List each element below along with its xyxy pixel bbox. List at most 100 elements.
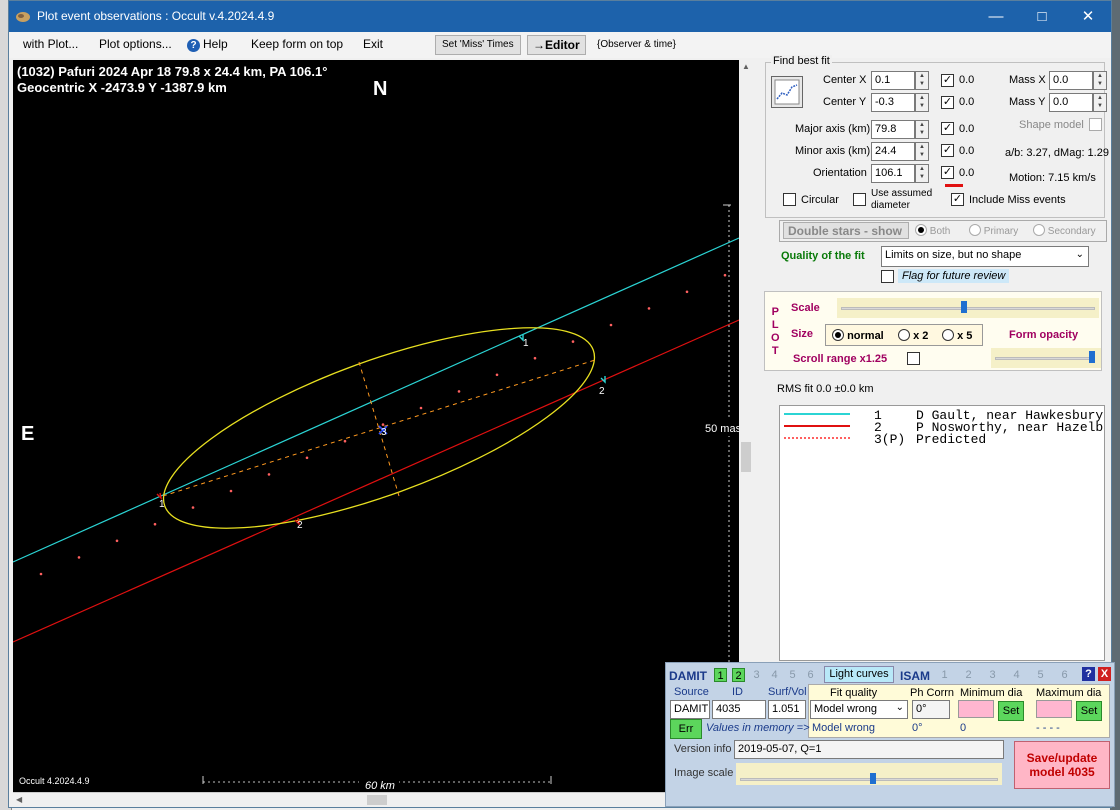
predicted-dot — [39, 572, 43, 576]
plot-horizontal-scrollbar[interactable]: ◀ ▶ — [13, 792, 751, 806]
menu-observer-time[interactable]: {Observer & time} — [597, 39, 676, 50]
source-field[interactable]: DAMIT — [670, 700, 710, 719]
menu-exit[interactable]: Exit — [363, 37, 383, 51]
mass-y-spinner[interactable]: ▲ ▼ — [1093, 93, 1107, 112]
scale-slider[interactable] — [837, 298, 1099, 318]
legend-swatch-2 — [784, 425, 850, 427]
form-opacity-thumb[interactable] — [1089, 351, 1095, 363]
scroll-left-icon[interactable]: ◀ — [16, 795, 22, 804]
set-miss-times-button[interactable]: Set 'Miss' Times — [435, 35, 521, 55]
damit-model-5[interactable]: 5 — [786, 668, 799, 682]
damit-help-button[interactable]: ? — [1082, 667, 1095, 681]
light-curves-button[interactable]: Light curves — [824, 666, 894, 683]
help-icon: ? — [187, 39, 200, 52]
minimize-button[interactable]: — — [973, 1, 1019, 32]
save-update-model-button[interactable]: Save/update model 4035 — [1014, 741, 1110, 789]
secondary-radio[interactable]: Secondary — [1033, 224, 1096, 237]
isam-model-2[interactable]: 2 — [962, 668, 975, 682]
menu-with-plot[interactable]: with Plot... — [23, 37, 78, 51]
orientation-input[interactable]: 106.1 — [871, 164, 915, 183]
center-x-checkbox[interactable]: ✓ — [941, 74, 954, 87]
damit-model-4[interactable]: 4 — [768, 668, 781, 682]
quality-of-fit-value: Limits on size, but no shape — [885, 249, 1022, 261]
maximize-button[interactable]: □ — [1019, 1, 1065, 32]
major-axis-input[interactable]: 79.8 — [871, 120, 915, 139]
isam-model-5[interactable]: 5 — [1034, 668, 1047, 682]
center-y-input[interactable]: -0.3 — [871, 93, 915, 112]
version-info-field[interactable]: 2019-05-07, Q=1 — [734, 740, 1004, 759]
fit-quality-select[interactable]: Model wrong ⌄ — [810, 700, 908, 719]
predicted-dot — [647, 307, 651, 310]
min-dia-field[interactable] — [958, 700, 994, 718]
quality-of-fit-label: Quality of the fit — [781, 250, 865, 262]
center-y-spinner[interactable]: ▲ ▼ — [915, 93, 929, 112]
menu-plot-options[interactable]: Plot options... — [99, 37, 172, 51]
minor-axis-input[interactable]: 24.4 — [871, 142, 915, 161]
size-radio-group: normal x 2 x 5 — [825, 324, 983, 346]
close-button[interactable]: ✕ — [1065, 1, 1111, 32]
damit-close-button[interactable]: X — [1098, 667, 1111, 681]
image-scale-thumb[interactable] — [870, 773, 876, 784]
use-assumed-checkbox[interactable] — [853, 193, 866, 206]
isam-model-1[interactable]: 1 — [938, 668, 951, 682]
isam-model-3[interactable]: 3 — [986, 668, 999, 682]
menu-help[interactable]: ? Help — [187, 37, 228, 52]
size-normal-radio[interactable]: normal — [832, 329, 884, 342]
scroll-up-icon[interactable]: ▲ — [742, 62, 750, 71]
mass-y-input[interactable]: 0.0 — [1049, 93, 1093, 112]
circular-checkbox[interactable] — [783, 193, 796, 206]
minor-axis-checkbox[interactable]: ✓ — [941, 144, 954, 157]
major-axis-checkbox[interactable]: ✓ — [941, 122, 954, 135]
flag-review-checkbox[interactable] — [881, 270, 894, 283]
orientation-spinner[interactable]: ▲ ▼ — [915, 164, 929, 183]
primary-radio[interactable]: Primary — [969, 224, 1018, 237]
best-fit-button[interactable] — [771, 76, 803, 108]
major-axis-spinner[interactable]: ▲ ▼ — [915, 120, 929, 139]
plot-svg: (1032) Pafuri 2024 Apr 18 79.8 x 24.4 km… — [13, 64, 739, 792]
center-y-checkbox[interactable]: ✓ — [941, 96, 954, 109]
max-dia-field[interactable] — [1036, 700, 1072, 718]
form-opacity-slider[interactable] — [991, 348, 1101, 368]
isam-model-6[interactable]: 6 — [1058, 668, 1071, 682]
ph-corrn-field[interactable]: 0° — [912, 700, 950, 719]
center-x-input[interactable]: 0.1 — [871, 71, 915, 90]
damit-model-2[interactable]: 2 — [732, 668, 745, 682]
double-stars-button[interactable]: Double stars - show — [783, 222, 909, 239]
damit-model-6[interactable]: 6 — [804, 668, 817, 682]
minor-axis-spinner[interactable]: ▲ ▼ — [915, 142, 929, 161]
image-scale-slider[interactable] — [736, 763, 1002, 785]
memory-ph-corrn: 0° — [912, 722, 923, 734]
plot-area[interactable]: (1032) Pafuri 2024 Apr 18 79.8 x 24.4 km… — [13, 60, 739, 792]
id-field[interactable]: 4035 — [712, 700, 766, 719]
both-radio[interactable]: Both — [915, 224, 950, 237]
shape-model-checkbox[interactable] — [1089, 118, 1102, 131]
damit-model-1[interactable]: 1 — [714, 668, 727, 682]
orientation-indicator — [945, 184, 963, 187]
vertical-scroll-thumb[interactable] — [741, 442, 751, 472]
max-dia-set-button[interactable]: Set — [1076, 701, 1102, 721]
menu-keep-on-top[interactable]: Keep form on top — [251, 37, 343, 51]
err-button[interactable]: Err — [670, 719, 702, 739]
damit-model-3[interactable]: 3 — [750, 668, 763, 682]
horizontal-scroll-thumb[interactable] — [367, 795, 387, 805]
min-dia-set-button[interactable]: Set — [998, 701, 1024, 721]
mass-x-spinner[interactable]: ▲ ▼ — [1093, 71, 1107, 90]
damit-panel: DAMIT 1 2 3 4 5 6 Light curves ISAM 1 2 … — [665, 662, 1115, 807]
fit-quality-label: Fit quality — [830, 687, 878, 699]
scroll-range-checkbox[interactable] — [907, 352, 920, 365]
include-miss-checkbox[interactable]: ✓ — [951, 193, 964, 206]
orientation-checkbox[interactable]: ✓ — [941, 166, 954, 179]
editor-button[interactable]: →Editor — [527, 35, 586, 55]
motion-text: Motion: 7.15 km/s — [1009, 172, 1096, 184]
center-x-spinner[interactable]: ▲ ▼ — [915, 71, 929, 90]
size-x2-radio[interactable]: x 2 — [898, 329, 928, 342]
quality-of-fit-select[interactable]: Limits on size, but no shape ⌄ — [881, 246, 1089, 267]
plot-header-line1: (1032) Pafuri 2024 Apr 18 79.8 x 24.4 km… — [17, 64, 327, 79]
surf-vol-field[interactable]: 1.051 — [768, 700, 806, 719]
mass-x-input[interactable]: 0.0 — [1049, 71, 1093, 90]
size-x5-radio[interactable]: x 5 — [942, 329, 972, 342]
isam-model-4[interactable]: 4 — [1010, 668, 1023, 682]
surf-vol-label: Surf/Vol — [768, 686, 807, 698]
legend-name-3: Predicted — [916, 432, 987, 447]
scale-slider-thumb[interactable] — [961, 301, 967, 313]
